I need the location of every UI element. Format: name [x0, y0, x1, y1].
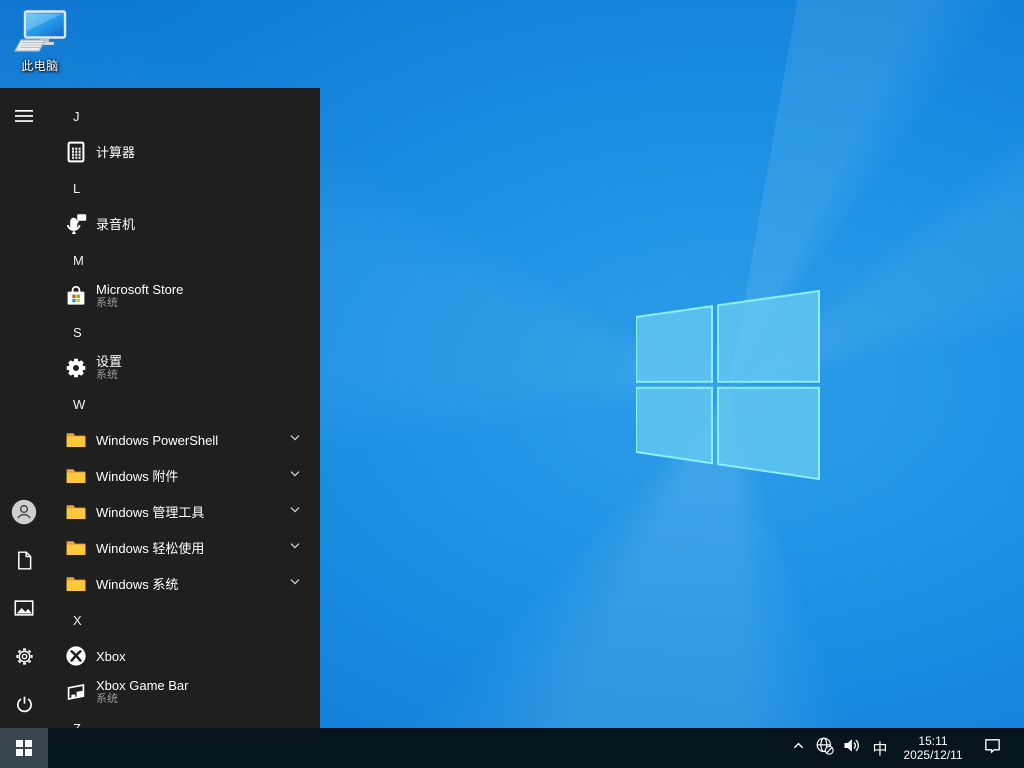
app-list-section-M[interactable]: M: [48, 242, 320, 278]
gear-solid-icon: [64, 356, 88, 380]
rail-item-power[interactable]: [0, 680, 48, 728]
app-item-Xbox Game Bar[interactable]: Xbox Game Bar 系统: [48, 674, 320, 710]
document-icon: [14, 550, 35, 571]
app-list-section-Z[interactable]: Z: [48, 710, 320, 729]
app-label: Windows 轻松使用: [96, 540, 205, 556]
app-label: 设置: [96, 354, 123, 369]
app-item-Xbox[interactable]: Xbox: [48, 638, 320, 674]
rail-item-documents[interactable]: [0, 536, 48, 584]
action-center-button[interactable]: [971, 728, 1013, 768]
app-label: Windows PowerShell: [96, 432, 219, 448]
app-label: 录音机: [96, 216, 136, 232]
tray-overflow-button[interactable]: [785, 728, 811, 768]
app-list-section-X[interactable]: X: [48, 602, 320, 638]
chevron-down-icon: [288, 431, 302, 450]
calculator-icon: [64, 140, 88, 164]
app-label: Windows 系统: [96, 576, 179, 592]
wallpaper-windows-logo: [636, 289, 820, 481]
start-menu: J 计算器 L 录音机 M Microsoft Store 系统 S 设置 系统 W Windows …: [0, 88, 320, 728]
folder-item-Windows 系统[interactable]: Windows 系统: [48, 566, 320, 602]
network-status-button[interactable]: [811, 728, 837, 768]
user-icon: [11, 499, 37, 525]
gear-outline-icon: [14, 646, 35, 667]
folder-item-Windows PowerShell[interactable]: Windows PowerShell: [48, 422, 320, 458]
app-item-录音机[interactable]: 录音机: [48, 206, 320, 242]
app-item-设置[interactable]: 设置 系统: [48, 350, 320, 386]
app-label: Xbox Game Bar: [96, 678, 189, 693]
chevron-down-icon: [288, 575, 302, 594]
this-pc-icon: [12, 10, 68, 56]
pictures-icon: [13, 597, 35, 619]
section-letter: W: [73, 396, 86, 412]
app-sublabel: 系统: [96, 297, 118, 309]
folder-icon: [64, 572, 88, 596]
windows-logo-icon: [15, 739, 33, 757]
folder-icon: [64, 464, 88, 488]
microsoft-store-icon: [64, 284, 88, 308]
clock-date: 2025/12/11: [903, 748, 963, 762]
app-list-section-S[interactable]: S: [48, 314, 320, 350]
app-list-section-W[interactable]: W: [48, 386, 320, 422]
app-item-Microsoft Store[interactable]: Microsoft Store 系统: [48, 278, 320, 314]
xbox-game-bar-icon: [64, 680, 88, 704]
chevron-down-icon: [288, 539, 302, 558]
xbox-icon: [64, 644, 88, 668]
folder-icon: [64, 500, 88, 524]
power-icon: [14, 694, 35, 715]
chevron-down-icon: [288, 503, 302, 522]
app-list-section-J[interactable]: J: [48, 98, 320, 134]
volume-button[interactable]: [837, 728, 865, 768]
app-sublabel: 系统: [96, 369, 118, 381]
app-sublabel: 系统: [96, 693, 118, 705]
taskbar-empty-area: [48, 728, 785, 768]
section-letter: X: [73, 612, 82, 628]
start-menu-rail: [0, 88, 48, 728]
section-letter: L: [73, 180, 81, 196]
clock[interactable]: 15:11 2025/12/11: [895, 728, 971, 768]
desktop-icon-this-pc[interactable]: 此电脑: [8, 10, 72, 74]
folder-icon: [64, 428, 88, 452]
rail-bottom-group: [0, 488, 48, 728]
start-button[interactable]: [0, 728, 48, 768]
voice-recorder-icon: [64, 212, 88, 236]
action-center-icon: [983, 736, 1002, 760]
app-label: Windows 附件: [96, 468, 179, 484]
app-label: 计算器: [96, 144, 136, 160]
rail-item-settings[interactable]: [0, 632, 48, 680]
rail-item-expand-menu[interactable]: [0, 98, 48, 134]
app-label: Xbox: [96, 648, 126, 664]
section-letter: J: [73, 108, 80, 124]
clock-time: 15:11: [918, 734, 948, 748]
folder-item-Windows 管理工具[interactable]: Windows 管理工具: [48, 494, 320, 530]
start-menu-app-list: J 计算器 L 录音机 M Microsoft Store 系统 S 设置 系统 W Windows …: [48, 88, 320, 728]
ime-label: 中: [872, 740, 888, 758]
rail-item-pictures[interactable]: [0, 584, 48, 632]
section-letter: S: [73, 324, 82, 340]
taskbar: 中 15:11 2025/12/11: [0, 728, 1024, 768]
app-list-section-L[interactable]: L: [48, 170, 320, 206]
ime-indicator[interactable]: 中: [865, 728, 895, 768]
folder-item-Windows 附件[interactable]: Windows 附件: [48, 458, 320, 494]
globe-no-internet-icon: [815, 736, 834, 760]
folder-icon: [64, 536, 88, 560]
section-letter: Z: [73, 720, 81, 729]
section-letter: M: [73, 252, 84, 268]
hamburger-icon: [14, 106, 34, 126]
this-pc-label: 此电脑: [21, 59, 59, 73]
app-item-计算器[interactable]: 计算器: [48, 134, 320, 170]
app-label: Microsoft Store: [96, 282, 184, 297]
rail-top-group: [0, 98, 48, 134]
speaker-icon: [842, 736, 861, 760]
chevron-up-icon: [791, 738, 806, 758]
app-label: Windows 管理工具: [96, 504, 205, 520]
screen: 此电脑 J 计算器 L 录音机 M Microsoft Store 系统 S 设置 系统 W Wind…: [0, 0, 1024, 768]
chevron-down-icon: [288, 467, 302, 486]
folder-item-Windows 轻松使用[interactable]: Windows 轻松使用: [48, 530, 320, 566]
rail-item-user-account[interactable]: [0, 488, 48, 536]
system-tray: 中 15:11 2025/12/11: [785, 728, 1024, 768]
